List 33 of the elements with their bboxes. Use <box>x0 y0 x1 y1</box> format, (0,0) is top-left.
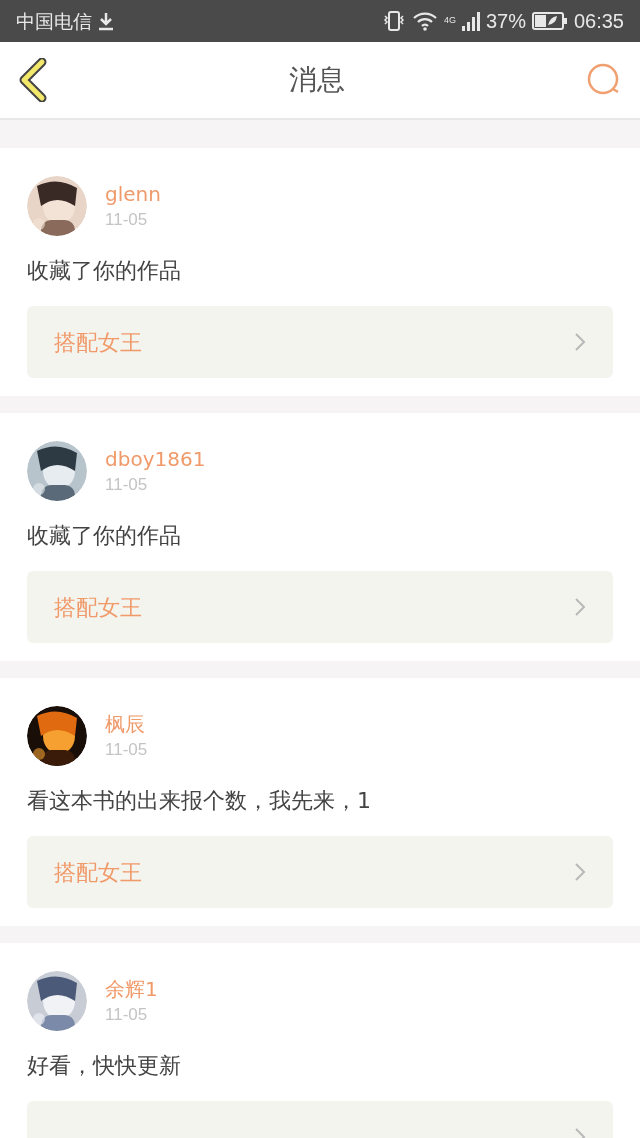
work-title: 搭配女王 <box>54 858 142 887</box>
carrier-name: 中国电信 <box>16 8 92 34</box>
message-date: 11-05 <box>105 1004 149 1026</box>
work-link[interactable]: 搭配女王 <box>27 571 613 643</box>
user-name[interactable]: 余辉1 <box>105 975 158 1003</box>
battery-icon <box>531 11 568 31</box>
chevron-right-icon <box>574 332 586 352</box>
message-date: 11-05 <box>105 474 149 496</box>
chevron-right-icon <box>574 862 586 882</box>
message-text: 看这本书的出来报个数，我先来，1 <box>27 787 372 815</box>
clock: 06:35 <box>573 9 624 34</box>
network-type: 4G <box>443 14 456 27</box>
page-title: 消息 <box>289 62 345 98</box>
message-text: 好看，快快更新 <box>27 1052 182 1080</box>
signal-icon <box>461 11 480 31</box>
download-icon <box>96 11 116 31</box>
work-link[interactable]: 搭配女王 <box>27 306 613 378</box>
message-text: 收藏了你的作品 <box>27 522 182 550</box>
work-title: 搭配女王 <box>54 328 142 357</box>
work-title: 搭配女王 <box>54 593 142 622</box>
vibrate-icon <box>381 10 406 32</box>
battery-percent: 37% <box>485 9 526 34</box>
work-link[interactable]: 搭配女王 <box>27 836 613 908</box>
back-icon <box>18 58 48 102</box>
back-button[interactable] <box>18 58 48 102</box>
message-date: 11-05 <box>105 209 149 231</box>
chevron-right-icon <box>574 597 586 617</box>
message-date: 11-05 <box>105 739 148 761</box>
user-name[interactable]: 枫辰 <box>105 710 148 738</box>
message-text: 收藏了你的作品 <box>27 257 182 285</box>
wifi-icon <box>411 11 438 31</box>
user-name[interactable]: dboy1861 <box>105 445 206 473</box>
user-name[interactable]: glenn <box>105 180 161 208</box>
